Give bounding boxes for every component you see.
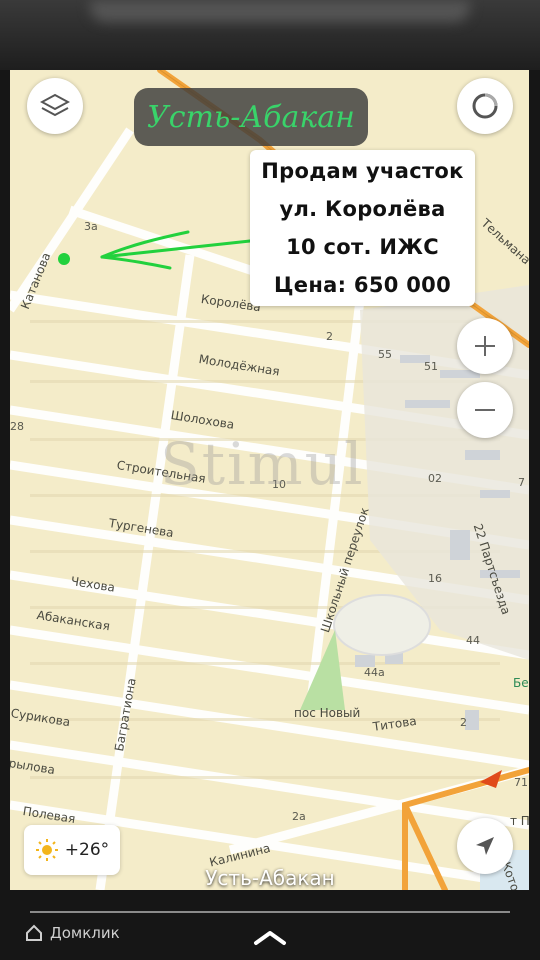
zoom-in-button[interactable] <box>457 318 513 374</box>
street-label: Бел <box>513 676 529 690</box>
listing-price: Цена: 650 000 <box>274 273 451 297</box>
layers-icon <box>40 93 70 117</box>
house-number: 16 <box>428 572 442 585</box>
house-number: 28 <box>10 420 24 433</box>
temperature: +26° <box>64 840 110 860</box>
house-number: 02 <box>428 472 442 485</box>
house-number: 44а <box>364 666 385 679</box>
house-number: 7 <box>518 476 525 489</box>
sun-icon <box>35 839 58 861</box>
house-number: 55 <box>378 348 392 361</box>
minus-icon <box>475 409 495 411</box>
listing-callout: Продам участок ул. Королёва 10 сот. ИЖС … <box>250 150 475 306</box>
brand-name: Домклик <box>50 924 120 942</box>
city-caption: Усть-Абакан <box>205 866 335 890</box>
house-number: 2 <box>460 716 467 729</box>
property-marker <box>58 253 70 265</box>
chevron-up-icon[interactable] <box>252 929 288 947</box>
traffic-icon <box>472 93 498 119</box>
house-number: 71 <box>514 776 528 789</box>
house-icon <box>26 924 42 941</box>
house-number: 2а <box>292 810 306 823</box>
blurred-status-area <box>0 0 540 70</box>
zoom-out-button[interactable] <box>457 382 513 438</box>
house-number: 3а <box>84 220 98 233</box>
listing-line: ул. Королёва <box>279 197 446 221</box>
map-view[interactable]: Катанова Королёва Молодёжная Шолохова Ст… <box>10 70 529 890</box>
map-title: Усть-Абакан <box>134 88 368 146</box>
layers-button[interactable] <box>27 78 83 134</box>
house-number: 51 <box>424 360 438 373</box>
street-label: т По <box>510 814 529 828</box>
divider <box>30 911 510 913</box>
brand-logo: Домклик <box>24 923 120 943</box>
plus-icon <box>475 336 495 356</box>
watermark: Stimul <box>160 430 365 498</box>
traffic-button[interactable] <box>457 78 513 134</box>
house-number: 2 <box>326 330 333 343</box>
listing-line: Продам участок <box>261 159 464 183</box>
listing-line: 10 сот. ИЖС <box>286 235 439 259</box>
house-number: 44 <box>466 634 480 647</box>
navigation-arrow-icon <box>476 837 494 855</box>
street-label: пос Новый <box>294 706 361 720</box>
